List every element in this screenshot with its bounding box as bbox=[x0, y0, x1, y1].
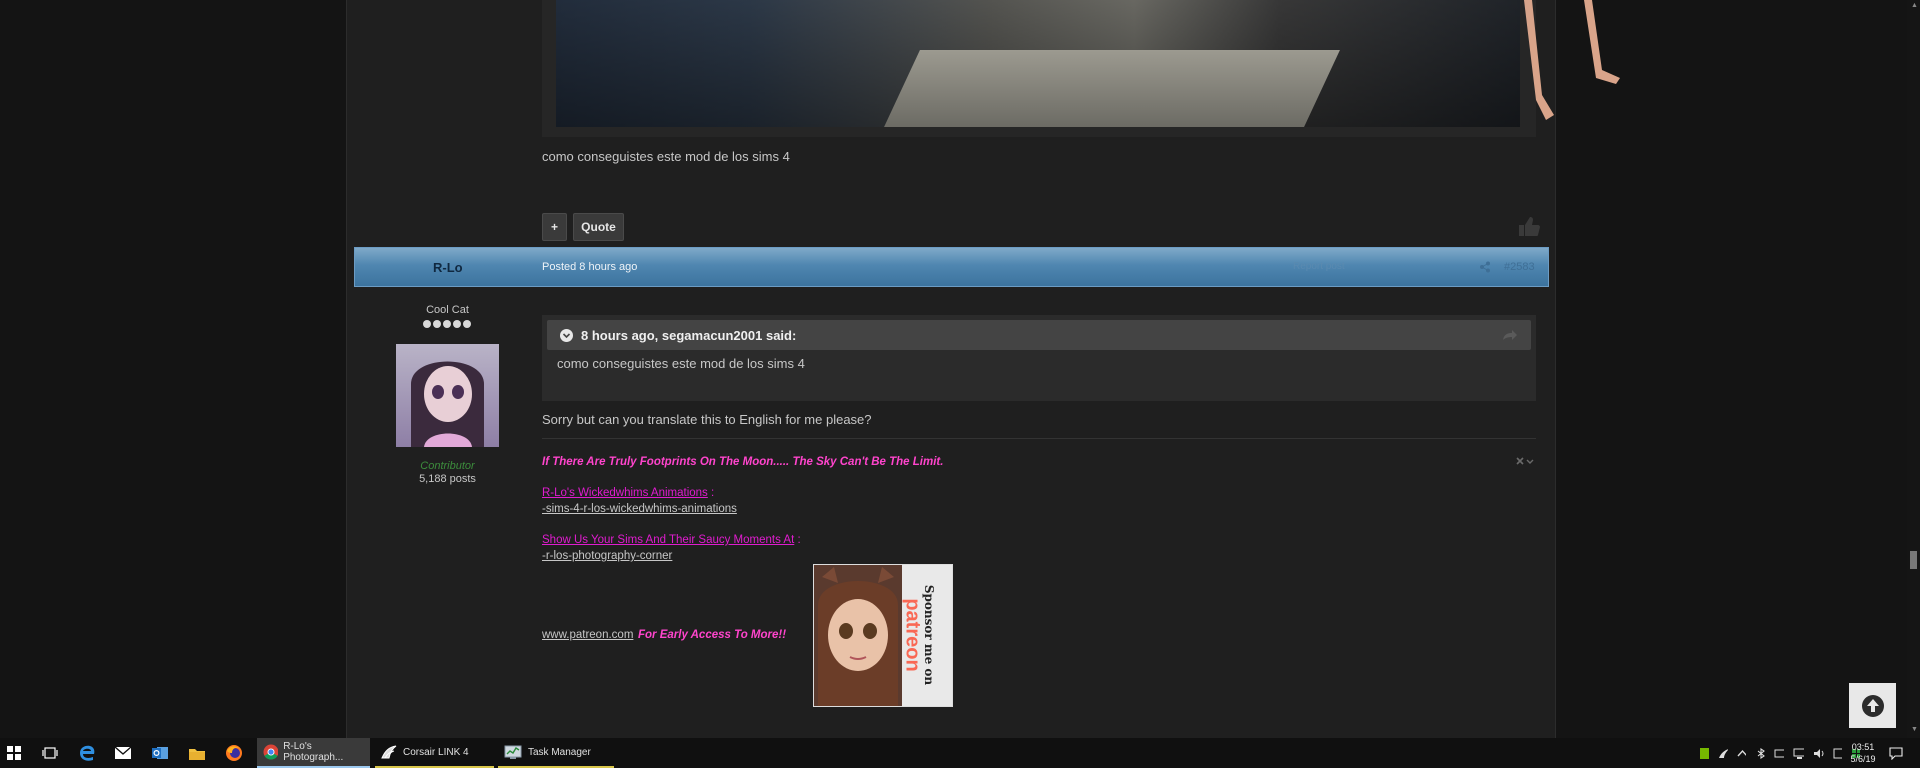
keyboard-icon[interactable] bbox=[1774, 748, 1785, 759]
share-quote-icon[interactable] bbox=[1502, 329, 1518, 341]
link2-separator: : bbox=[794, 534, 801, 546]
reply-text: Sorry but can you translate this to Engl… bbox=[542, 412, 872, 427]
scrollbar-thumb[interactable] bbox=[1910, 551, 1917, 569]
post-number[interactable]: #2583 bbox=[1504, 261, 1535, 273]
patreon-banner-portrait bbox=[814, 565, 902, 706]
task-view-button[interactable] bbox=[38, 741, 62, 765]
hide-signature-icon[interactable] bbox=[1516, 457, 1536, 467]
signature-link2-row: Show Us Your Sims And Their Saucy Moment… bbox=[542, 534, 801, 546]
task-task-manager-label: Task Manager bbox=[528, 746, 591, 758]
signature-divider bbox=[542, 438, 1536, 439]
quote-citation: 8 hours ago, segamacun2001 said: bbox=[581, 328, 797, 343]
post-image-figure bbox=[1524, 0, 1620, 120]
task-view-icon bbox=[42, 747, 58, 759]
author-post-count[interactable]: 5,188 posts bbox=[346, 473, 549, 485]
clock[interactable]: 03:51 5/6/19 bbox=[1848, 741, 1878, 765]
task-corsair[interactable]: Corsair LINK 4 bbox=[375, 738, 494, 768]
avatar-image bbox=[411, 361, 484, 447]
windows-icon bbox=[7, 746, 21, 760]
avatar[interactable] bbox=[396, 344, 499, 447]
edge-icon bbox=[80, 745, 95, 761]
corsair-tray-icon[interactable] bbox=[1718, 748, 1729, 759]
share-icon[interactable] bbox=[1479, 261, 1491, 273]
post-image[interactable] bbox=[542, 0, 1620, 137]
folder-icon bbox=[189, 748, 205, 760]
task-chrome-label: R-Lo's Photograph... bbox=[283, 741, 344, 763]
task-chrome[interactable]: R-Lo's Photograph... bbox=[257, 738, 370, 768]
outlook-icon bbox=[152, 747, 168, 759]
plus-button[interactable]: + bbox=[542, 213, 567, 241]
photography-corner-url[interactable]: -r-los-photography-corner bbox=[542, 550, 672, 562]
patreon-link[interactable]: www.patreon.com bbox=[542, 629, 633, 641]
report-post-link[interactable]: Report post bbox=[1293, 261, 1345, 272]
post-header: R-Lo Posted 8 hours ago Report post #258… bbox=[354, 247, 1549, 287]
edge-button[interactable] bbox=[75, 741, 99, 765]
scroll-to-top-button[interactable] bbox=[1849, 683, 1896, 728]
corsair-icon bbox=[381, 745, 397, 759]
patreon-tagline: For Early Access To More!! bbox=[638, 629, 787, 641]
quote-button[interactable]: Quote bbox=[573, 213, 624, 241]
start-button[interactable] bbox=[2, 741, 26, 765]
patreon-banner[interactable]: Sponsor me on patreon bbox=[813, 564, 953, 707]
notifications-icon[interactable] bbox=[1889, 747, 1903, 760]
taskbar: R-Lo's Photograph... Corsair LINK 4 Task… bbox=[0, 738, 1920, 768]
arrow-up-icon bbox=[1861, 694, 1884, 717]
signature-link1-row: R-Lo's Wickedwhims Animations : bbox=[542, 487, 714, 499]
nvidia-icon[interactable] bbox=[1700, 747, 1710, 759]
system-tray bbox=[1700, 738, 1860, 768]
scroll-up-arrow-icon[interactable]: ▲ bbox=[1911, 2, 1918, 9]
chrome-icon bbox=[263, 744, 279, 760]
bluetooth-icon[interactable] bbox=[1755, 747, 1766, 759]
file-explorer-button[interactable] bbox=[185, 741, 209, 765]
patreon-banner-text1: Sponsor me on bbox=[922, 584, 936, 686]
firefox-icon bbox=[226, 745, 242, 761]
language-icon[interactable] bbox=[1833, 748, 1842, 759]
scroll-down-arrow-icon[interactable]: ▼ bbox=[1911, 726, 1918, 733]
task-manager-icon bbox=[504, 745, 522, 759]
patreon-banner-text2: patreon bbox=[901, 598, 924, 672]
signature-tagline: If There Are Truly Footprints On The Moo… bbox=[542, 456, 944, 468]
author-name[interactable]: R-Lo bbox=[433, 260, 463, 275]
wickedwhims-link[interactable]: R-Lo's Wickedwhims Animations bbox=[542, 487, 708, 499]
post-date[interactable]: Posted 8 hours ago bbox=[542, 261, 637, 273]
outlook-button[interactable] bbox=[148, 741, 172, 765]
previous-comment: como conseguistes este mod de los sims 4 bbox=[542, 149, 790, 164]
patreon-banner-strip: Sponsor me on patreon bbox=[902, 565, 952, 706]
wickedwhims-url[interactable]: -sims-4-r-los-wickedwhims-animations bbox=[542, 503, 737, 515]
quote-block: 8 hours ago, segamacun2001 said: como co… bbox=[542, 315, 1536, 401]
mail-button[interactable] bbox=[111, 741, 135, 765]
like-icon[interactable] bbox=[1516, 214, 1540, 238]
rank-pips bbox=[423, 320, 473, 330]
clock-date: 5/6/19 bbox=[1850, 754, 1876, 764]
task-corsair-label: Corsair LINK 4 bbox=[403, 746, 469, 758]
page-scrollbar[interactable]: ▲ ▼ bbox=[1907, 0, 1920, 738]
link1-separator: : bbox=[707, 487, 715, 499]
quote-body: como conseguistes este mod de los sims 4 bbox=[557, 356, 805, 371]
chevron-down-icon[interactable] bbox=[560, 329, 573, 342]
author-role: Contributor bbox=[420, 460, 475, 472]
quote-header[interactable]: 8 hours ago, segamacun2001 said: bbox=[547, 320, 1531, 350]
clock-time: 03:51 bbox=[1851, 742, 1875, 752]
photography-corner-link[interactable]: Show Us Your Sims And Their Saucy Moment… bbox=[542, 534, 794, 546]
author-rank: Cool Cat bbox=[426, 304, 469, 316]
post-image-floor bbox=[884, 50, 1340, 127]
firefox-button[interactable] bbox=[222, 741, 246, 765]
volume-icon[interactable] bbox=[1813, 748, 1824, 759]
chevron-up-icon[interactable] bbox=[1737, 748, 1747, 759]
network-icon[interactable] bbox=[1793, 748, 1804, 759]
mail-icon bbox=[114, 746, 132, 759]
task-task-manager[interactable]: Task Manager bbox=[498, 738, 614, 768]
